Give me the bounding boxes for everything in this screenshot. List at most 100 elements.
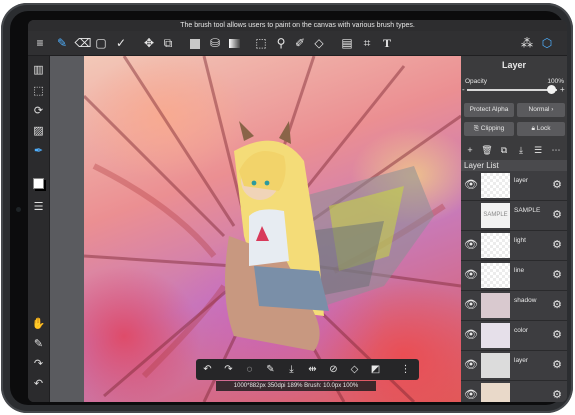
layer-row[interactable]: 👁︎ layer ⚙: [461, 171, 567, 201]
undo-icon[interactable]: ↶: [199, 361, 216, 378]
layer-thumbnail: [481, 353, 510, 378]
square-icon[interactable]: ▢: [92, 34, 110, 52]
selection-rect-icon[interactable]: ⬚: [252, 34, 270, 52]
eye-icon[interactable]: 👁︎: [464, 388, 478, 402]
eye-icon[interactable]: 👁︎: [464, 178, 478, 192]
color-icon[interactable]: [30, 178, 47, 194]
layer-list-icon[interactable]: ☰: [531, 142, 545, 158]
app-screen: The brush tool allows users to paint on …: [28, 20, 567, 402]
lasso-icon[interactable]: ◌: [241, 361, 258, 378]
lock-button[interactable]: 🔒︎ Lock: [517, 122, 565, 136]
layer-row[interactable]: 👁︎ line ⚙: [461, 261, 567, 291]
grip-icon[interactable]: ⋮: [397, 361, 414, 378]
eyedropper-icon[interactable]: ✎: [30, 336, 47, 352]
layer-panel: Layer Opacity 100% - + Protect Alpha Nor…: [461, 56, 567, 402]
select-eraser-icon[interactable]: ◇: [310, 34, 328, 52]
canvas-info: 1000*882px 350dpi 189% Brush: 10.0px 100…: [216, 381, 376, 391]
layer-actions: + 🗑︎ ⧉ ⤓ ☰ ⋯: [461, 142, 567, 158]
fill-color-swatch[interactable]: [186, 34, 204, 52]
gear-icon[interactable]: ⚙: [550, 328, 564, 342]
pen-settings-icon[interactable]: ✒: [30, 143, 47, 159]
undo-icon[interactable]: ↶: [30, 376, 47, 392]
wing-shape: [304, 166, 434, 306]
save-icon[interactable]: ⤓: [283, 361, 300, 378]
protect-alpha-button[interactable]: Protect Alpha: [464, 103, 514, 117]
smudge-icon[interactable]: ✓: [112, 34, 130, 52]
layer-row[interactable]: SAMPLE SAMPLE ⚙: [461, 201, 567, 231]
merge-layer-icon[interactable]: ⤓: [514, 142, 528, 158]
lock-icon: 🔒︎: [531, 125, 535, 132]
opacity-slider[interactable]: [467, 89, 557, 91]
delete-layer-icon[interactable]: 🗑︎: [480, 142, 494, 158]
left-sidebar: ▥ ⬚ ⟳ ▨ ✒ ☰ ✋ ✎ ↷ ↶: [28, 56, 50, 402]
layer-name: shadow: [514, 297, 537, 304]
clear-icon[interactable]: ◇: [346, 361, 363, 378]
clipping-button[interactable]: ⎘ Clipping: [464, 122, 514, 136]
opacity-slider-knob[interactable]: [547, 85, 556, 94]
more-icon[interactable]: ⋯: [549, 142, 563, 158]
blend-mode-select[interactable]: Normal ›: [517, 103, 565, 117]
gear-icon[interactable]: ⚙: [550, 358, 564, 372]
layer-name: line: [514, 267, 525, 274]
add-layer-icon[interactable]: +: [463, 142, 477, 158]
crop-icon[interactable]: ⌗: [358, 34, 376, 52]
gear-icon[interactable]: ⚙: [550, 268, 564, 282]
text-icon[interactable]: T: [378, 34, 396, 52]
redo-icon[interactable]: ↷: [30, 356, 47, 372]
rotate-icon[interactable]: ⟳: [30, 103, 47, 119]
layer-row[interactable]: 👁︎ layer ⚙: [461, 351, 567, 381]
layer-row[interactable]: 👁︎ ⚙: [461, 381, 567, 402]
layer-row[interactable]: 👁︎ light ⚙: [461, 231, 567, 261]
layer-name: SAMPLE: [514, 207, 541, 214]
layer-thumbnail: [481, 173, 510, 198]
transform-icon[interactable]: ⧉: [159, 34, 177, 52]
invert-icon[interactable]: ◩: [367, 361, 384, 378]
move-icon[interactable]: ✥: [140, 34, 158, 52]
eye-icon[interactable]: 👁︎: [464, 298, 478, 312]
eye-icon[interactable]: 👁︎: [464, 268, 478, 282]
ruler-icon[interactable]: ▨: [30, 123, 47, 139]
chevron-right-icon: ›: [551, 106, 554, 113]
layers-list-icon[interactable]: ☰: [30, 199, 47, 215]
clipping-label: Clipping: [480, 125, 505, 132]
eye-icon[interactable]: 👁︎: [464, 328, 478, 342]
pen-icon[interactable]: ✎: [262, 361, 279, 378]
gear-icon[interactable]: ⚙: [550, 178, 564, 192]
layer-row[interactable]: 👁︎ color ⚙: [461, 321, 567, 351]
selection-icon[interactable]: ⬚: [30, 83, 47, 99]
top-toolbar: ≡ ✎ ⌫ ▢ ✓ ✥ ⧉ ⛁ ⬚ ⚲ ✐ ◇ ▤ ⌗ T ⁂ ⬡: [28, 31, 567, 56]
layer-thumbnail: [481, 383, 510, 402]
bucket-icon[interactable]: ⛁: [206, 34, 224, 52]
gear-icon[interactable]: ⚙: [550, 208, 564, 222]
layout-icon[interactable]: ▤: [338, 34, 356, 52]
layer-row[interactable]: 👁︎ shadow ⚙: [461, 291, 567, 321]
pages-icon[interactable]: ▥: [30, 62, 47, 78]
drawing-canvas[interactable]: ↶ ↷ ◌ ✎ ⤓ ⇹ ⊘ ◇ ◩ ⋮ 1000*882px 350dpi 18…: [84, 56, 461, 402]
eraser-icon[interactable]: ⌫: [74, 34, 92, 52]
opacity-plus-button[interactable]: +: [560, 85, 565, 94]
gradient-icon[interactable]: [225, 34, 243, 52]
layer-name: light: [514, 237, 526, 244]
magic-wand-icon[interactable]: ⚲: [272, 34, 290, 52]
opacity-minus-button[interactable]: -: [462, 85, 465, 94]
gear-icon[interactable]: ⚙: [550, 298, 564, 312]
blend-mode-label: Normal: [528, 106, 550, 113]
gear-icon[interactable]: ⚙: [550, 238, 564, 252]
eye-icon[interactable]: 👁︎: [464, 358, 478, 372]
flip-icon[interactable]: ⇹: [304, 361, 321, 378]
layer-thumbnail: [481, 293, 510, 318]
redo-icon[interactable]: ↷: [220, 361, 237, 378]
select-pen-icon[interactable]: ✐: [291, 34, 309, 52]
copy-layer-icon[interactable]: ⧉: [497, 142, 511, 158]
eye-icon[interactable]: 👁︎: [464, 238, 478, 252]
menu-icon[interactable]: ≡: [31, 34, 49, 52]
layer-name: layer: [514, 357, 529, 364]
3d-icon[interactable]: ⬡: [538, 34, 556, 52]
panel-title: Layer: [501, 60, 527, 70]
layer-thumbnail: [481, 263, 510, 288]
gear-icon[interactable]: ⚙: [550, 388, 564, 402]
deselect-icon[interactable]: ⊘: [325, 361, 342, 378]
hand-icon[interactable]: ✋: [30, 316, 47, 332]
material-icon[interactable]: ⁂: [518, 34, 536, 52]
brush-icon[interactable]: ✎: [53, 34, 71, 52]
